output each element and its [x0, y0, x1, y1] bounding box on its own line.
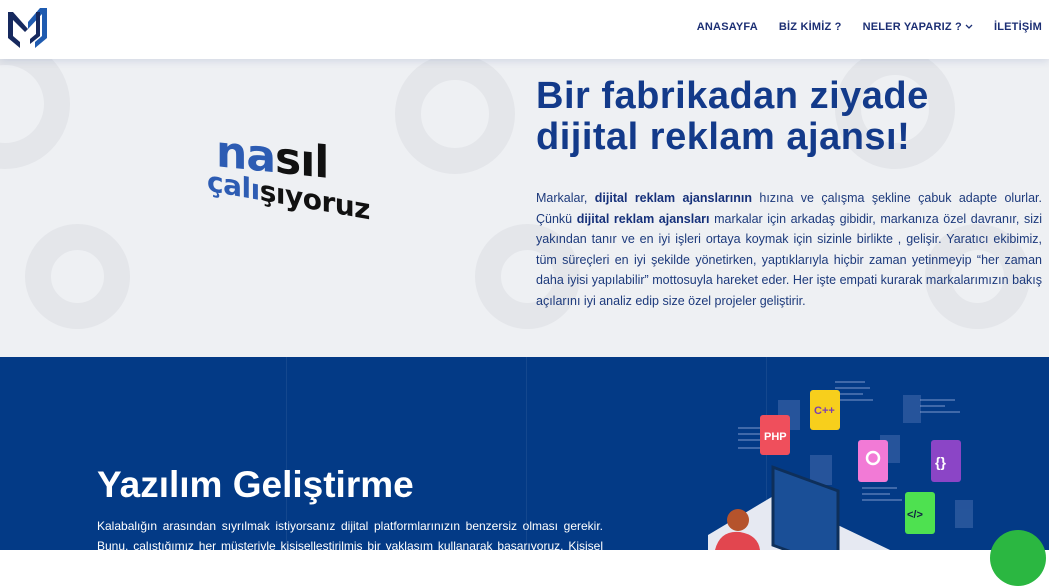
search-icon — [858, 440, 888, 482]
nav-services-label: NELER YAPARIZ ? — [862, 21, 962, 33]
decor-circle — [0, 59, 70, 169]
svg-text:</>: </> — [907, 509, 923, 521]
nav-contact[interactable]: İLETİŞİM — [994, 21, 1042, 33]
site-header: ANASAYFA BİZ KİMİZ ? NELER YAPARIZ ? İLE… — [0, 0, 1049, 59]
decor-circle — [25, 224, 130, 329]
developer-illustration: PHP C++ {} </> — [708, 381, 973, 550]
main-nav: ANASAYFA BİZ KİMİZ ? NELER YAPARIZ ? İLE… — [697, 21, 1042, 33]
chevron-down-icon — [965, 24, 973, 29]
software-section: Yazılım Geliştirme Kalabalığın arasından… — [0, 357, 1049, 550]
nav-home[interactable]: ANASAYFA — [697, 21, 758, 33]
nav-about[interactable]: BİZ KİMİZ ? — [779, 21, 842, 33]
section-title: Yazılım Geliştirme — [97, 464, 414, 505]
nav-services[interactable]: NELER YAPARIZ ? — [863, 21, 973, 33]
brand-logo[interactable] — [6, 6, 49, 50]
decor-circle — [395, 59, 515, 174]
whatsapp-button[interactable] — [990, 530, 1046, 586]
section-description: Kalabalığın arasından sıyrılmak istiyors… — [97, 519, 603, 550]
svg-text:C++: C++ — [814, 405, 835, 417]
hero-title: Bir fabrikadan ziyade dijital reklam ajan… — [536, 75, 929, 158]
svg-text:{}: {} — [935, 454, 946, 470]
hero-description: Markalar, dijital reklam ajanslarının hı… — [536, 191, 1042, 308]
svg-text:PHP: PHP — [764, 431, 787, 443]
